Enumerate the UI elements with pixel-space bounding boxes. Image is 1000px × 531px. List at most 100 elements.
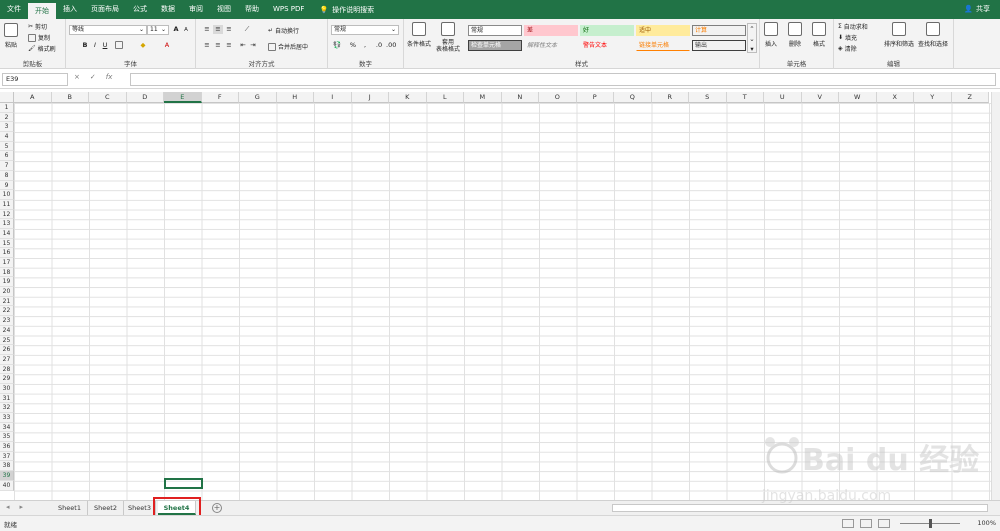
- column-header-p[interactable]: P: [576, 92, 614, 103]
- row-header-9[interactable]: 9: [0, 180, 14, 191]
- wrap-text-button[interactable]: ↵ 自动换行: [268, 26, 299, 35]
- paste-button[interactable]: 粘贴: [4, 23, 18, 49]
- column-header-y[interactable]: Y: [914, 92, 952, 103]
- row-header-24[interactable]: 24: [0, 325, 14, 336]
- page-break-view-icon[interactable]: [878, 519, 890, 528]
- number-format-select[interactable]: 常规 ⌄: [331, 25, 399, 35]
- tab-view[interactable]: 视图: [210, 0, 238, 19]
- row-header-33[interactable]: 33: [0, 413, 14, 423]
- row-header-37[interactable]: 37: [0, 451, 14, 462]
- style-linked-cell[interactable]: 链接单元格: [636, 40, 690, 51]
- row-header-36[interactable]: 36: [0, 442, 14, 452]
- row-header-7[interactable]: 7: [0, 161, 14, 171]
- tab-formulas[interactable]: 公式: [126, 0, 154, 19]
- row-header-32[interactable]: 32: [0, 403, 14, 413]
- align-bottom-icon[interactable]: ≡: [224, 25, 234, 34]
- font-size-select[interactable]: 11 ⌄: [147, 25, 169, 35]
- row-header-15[interactable]: 15: [0, 238, 14, 249]
- column-header-x[interactable]: X: [876, 92, 914, 103]
- tell-me-search[interactable]: 💡 操作说明搜索: [311, 5, 374, 15]
- column-header-m[interactable]: M: [464, 92, 502, 103]
- column-header-i[interactable]: I: [314, 92, 352, 103]
- enter-icon[interactable]: ✓: [90, 73, 96, 81]
- column-header-l[interactable]: L: [426, 92, 464, 103]
- row-header-3[interactable]: 3: [0, 122, 14, 133]
- select-all-corner[interactable]: [0, 92, 14, 103]
- align-right-icon[interactable]: ≡: [224, 41, 234, 50]
- fill-button[interactable]: ⬇ 填充: [838, 33, 857, 42]
- merge-center-button[interactable]: 合并后居中: [268, 42, 308, 51]
- sheet-tab-3[interactable]: Sheet3: [124, 501, 156, 515]
- row-header-12[interactable]: 12: [0, 209, 14, 220]
- insert-function-icon[interactable]: fx: [106, 73, 113, 81]
- row-header-14[interactable]: 14: [0, 228, 14, 239]
- shrink-font-button[interactable]: A: [181, 26, 191, 35]
- clear-button[interactable]: ◈ 清除: [838, 44, 857, 53]
- tab-help[interactable]: 帮助: [238, 0, 266, 19]
- row-header-31[interactable]: 31: [0, 393, 14, 404]
- row-header-13[interactable]: 13: [0, 219, 14, 229]
- align-top-icon[interactable]: ≡: [202, 25, 212, 34]
- row-header-21[interactable]: 21: [0, 296, 14, 307]
- column-header-q[interactable]: Q: [614, 92, 652, 103]
- align-middle-icon[interactable]: ≡: [213, 25, 223, 34]
- share-button[interactable]: 👤 共享: [964, 0, 990, 19]
- column-header-f[interactable]: F: [201, 92, 239, 103]
- column-header-e[interactable]: E: [164, 92, 202, 103]
- font-name-select[interactable]: 等线 ⌄: [69, 25, 147, 35]
- column-header-o[interactable]: O: [539, 92, 577, 103]
- normal-view-icon[interactable]: [842, 519, 854, 528]
- grow-font-button[interactable]: A: [171, 25, 181, 34]
- active-cell[interactable]: [164, 478, 203, 489]
- orientation-icon[interactable]: ⟋: [242, 25, 252, 34]
- column-header-u[interactable]: U: [764, 92, 802, 103]
- style-bad[interactable]: 差: [524, 25, 578, 36]
- row-header-18[interactable]: 18: [0, 267, 14, 278]
- format-painter-button[interactable]: 🖌 格式刷: [28, 44, 56, 53]
- row-header-29[interactable]: 29: [0, 374, 14, 384]
- row-header-26[interactable]: 26: [0, 345, 14, 355]
- tab-file[interactable]: 文件: [0, 0, 28, 19]
- row-header-5[interactable]: 5: [0, 141, 14, 152]
- increase-indent-icon[interactable]: ⇥: [248, 41, 258, 50]
- row-header-19[interactable]: 19: [0, 277, 14, 288]
- column-header-j[interactable]: J: [351, 92, 389, 103]
- borders-icon[interactable]: [114, 41, 124, 50]
- column-header-v[interactable]: V: [801, 92, 839, 103]
- font-color-icon[interactable]: A: [162, 41, 172, 50]
- name-box[interactable]: E39: [2, 73, 68, 86]
- row-header-8[interactable]: 8: [0, 170, 14, 181]
- align-center-icon[interactable]: ≡: [213, 41, 223, 50]
- style-neutral[interactable]: 适中: [636, 25, 690, 36]
- format-cells-button[interactable]: 格式: [812, 22, 826, 48]
- row-header-34[interactable]: 34: [0, 422, 14, 433]
- column-header-c[interactable]: C: [89, 92, 127, 103]
- column-header-g[interactable]: G: [239, 92, 277, 103]
- row-header-30[interactable]: 30: [0, 383, 14, 394]
- row-header-1[interactable]: 1: [0, 103, 14, 113]
- row-header-17[interactable]: 17: [0, 258, 14, 268]
- style-warning[interactable]: 警告文本: [580, 40, 634, 51]
- row-header-40[interactable]: 40: [0, 480, 14, 491]
- underline-button[interactable]: U: [100, 41, 110, 50]
- column-header-n[interactable]: N: [501, 92, 539, 103]
- row-header-25[interactable]: 25: [0, 335, 14, 346]
- italic-button[interactable]: I: [90, 41, 100, 50]
- column-header-d[interactable]: D: [126, 92, 164, 103]
- style-explanatory[interactable]: 解释性文本: [524, 40, 578, 51]
- delete-cells-button[interactable]: 删除: [788, 22, 802, 48]
- conditional-formatting-button[interactable]: 条件格式: [407, 22, 431, 48]
- page-layout-view-icon[interactable]: [860, 519, 872, 528]
- row-header-39[interactable]: 39: [0, 471, 14, 481]
- format-as-table-button[interactable]: 套用 表格格式: [436, 22, 460, 53]
- style-check-cell[interactable]: 检查单元格: [468, 40, 522, 51]
- tab-wps-pdf[interactable]: WPS PDF: [266, 0, 311, 19]
- cancel-icon[interactable]: ×: [74, 73, 80, 81]
- row-header-28[interactable]: 28: [0, 364, 14, 375]
- style-calculation[interactable]: 计算: [692, 25, 746, 36]
- fill-color-icon[interactable]: ◆: [138, 41, 148, 50]
- zoom-thumb[interactable]: [929, 519, 932, 528]
- vertical-scrollbar[interactable]: [991, 92, 1000, 500]
- increase-decimal-icon[interactable]: .0: [374, 41, 384, 50]
- find-select-button[interactable]: 查找和选择: [918, 22, 948, 48]
